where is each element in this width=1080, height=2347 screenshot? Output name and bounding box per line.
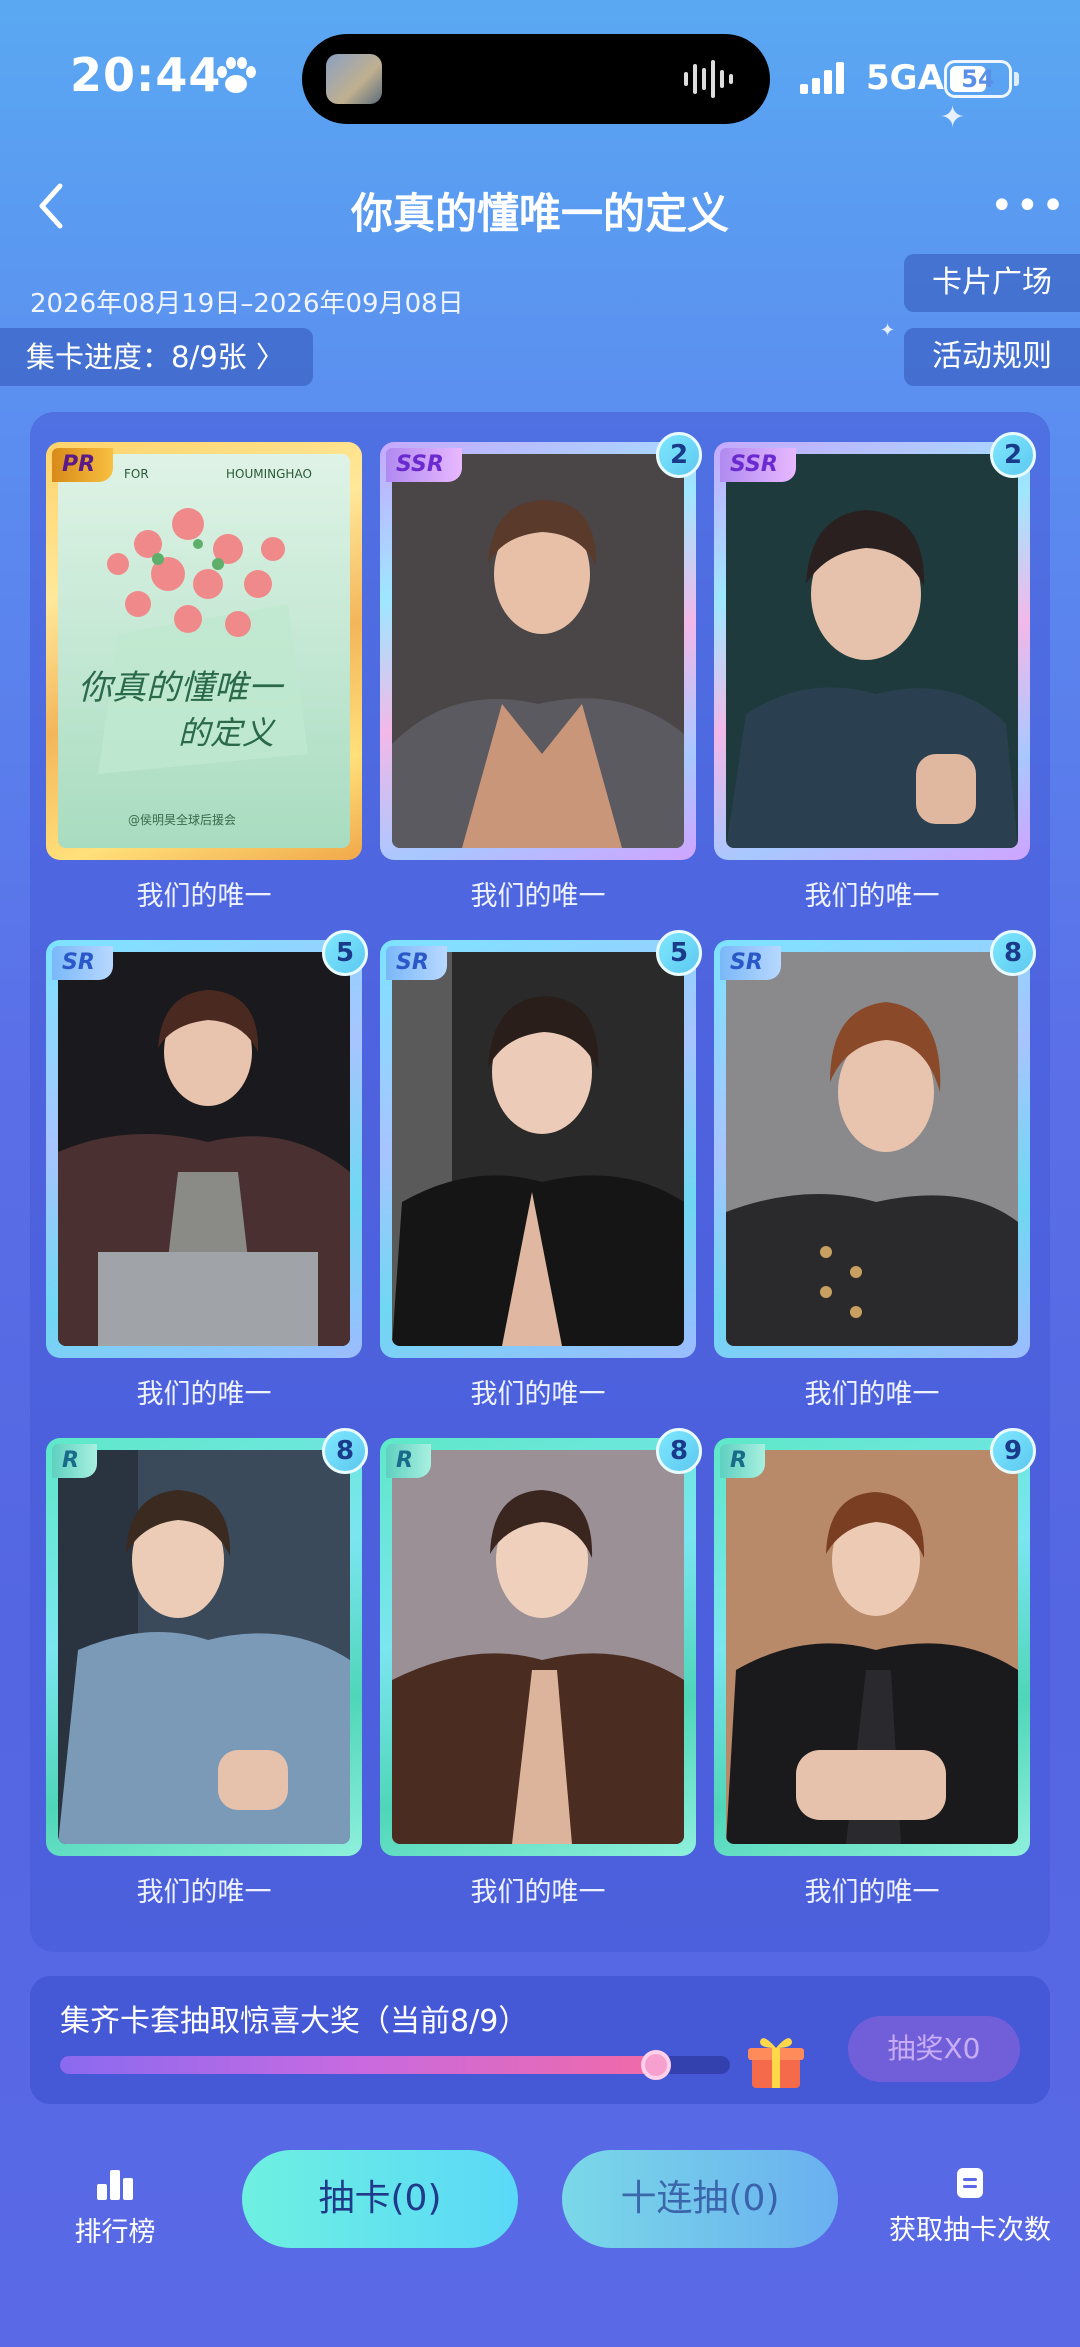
card-frame: 你真的懂唯一 的定义 FOR HOUMINGHAO @侯明昊全球后援会 PR xyxy=(46,442,362,860)
card-grid: 你真的懂唯一 的定义 FOR HOUMINGHAO @侯明昊全球后援会 PR 我… xyxy=(30,412,1050,1952)
audio-wave-icon xyxy=(684,60,733,98)
card-label: 我们的唯一 xyxy=(136,881,272,912)
ranking-nav[interactable]: 排行榜 xyxy=(60,2168,170,2249)
svg-text:你真的懂唯一: 你真的懂唯一 xyxy=(78,668,285,708)
ticket-icon xyxy=(957,2168,983,2198)
card-frame: R 8 xyxy=(46,1428,368,1856)
rarity-badge: R xyxy=(720,1444,765,1478)
more-menu-icon[interactable]: ••• xyxy=(990,186,1065,226)
card-frame: R 8 xyxy=(380,1428,702,1856)
dynamic-island[interactable] xyxy=(302,34,770,124)
rarity-badge: PR xyxy=(52,448,114,482)
rarity-badge: SR xyxy=(720,946,781,980)
card-photo xyxy=(726,952,1018,1346)
ten-draw-button[interactable]: 十连抽(0) xyxy=(562,2150,838,2248)
network-type: 5GA xyxy=(866,58,944,98)
page-title: 你真的懂唯一的定义 xyxy=(350,189,729,238)
reward-panel: 集齐卡套抽取惊喜大奖（当前8/9） 抽奖X0 xyxy=(30,1976,1050,2104)
pr-header-left: FOR xyxy=(124,467,149,481)
card-count-badge: 2 xyxy=(990,432,1036,478)
card-item[interactable]: SR 5 我们的唯一 xyxy=(46,930,368,1411)
battery-tip xyxy=(1014,72,1019,86)
card-label: 我们的唯一 xyxy=(136,1877,272,1908)
card-item[interactable]: R 9 我们的唯一 xyxy=(714,1428,1036,1909)
signal-icon xyxy=(800,62,844,94)
card-item[interactable]: SSR 2 我们的唯一 xyxy=(380,432,702,913)
card-photo xyxy=(726,1450,1018,1844)
card-count-badge: 8 xyxy=(990,930,1036,976)
card-label: 我们的唯一 xyxy=(470,1877,606,1908)
event-date-range: 2026年08月19日–2026年09月08日 xyxy=(30,289,464,319)
pr-header-right: HOUMINGHAO xyxy=(226,467,312,481)
draw-card-button[interactable]: 抽卡(0) xyxy=(242,2150,518,2248)
card-item[interactable]: SR 8 我们的唯一 xyxy=(714,930,1036,1411)
reward-progress-bar xyxy=(60,2050,730,2080)
paw-icon xyxy=(217,57,256,93)
card-count-badge: 8 xyxy=(656,1428,702,1474)
card-label: 我们的唯一 xyxy=(804,1877,940,1908)
card-frame: SSR 2 xyxy=(714,432,1036,860)
get-chances-nav[interactable]: 获取抽卡次数 xyxy=(880,2166,1060,2247)
card-item[interactable]: R 8 我们的唯一 xyxy=(380,1428,702,1909)
card-label: 我们的唯一 xyxy=(804,881,940,912)
card-count-badge: 8 xyxy=(322,1428,368,1474)
lottery-button[interactable]: 抽奖X0 xyxy=(848,2016,1020,2082)
card-frame: SR 5 xyxy=(380,930,702,1358)
card-item[interactable]: 你真的懂唯一 的定义 FOR HOUMINGHAO @侯明昊全球后援会 PR 我… xyxy=(46,442,362,913)
card-photo xyxy=(392,952,684,1346)
card-frame: SR 8 xyxy=(714,930,1036,1358)
card-count-badge: 5 xyxy=(656,930,702,976)
gift-icon xyxy=(748,2038,804,2088)
activity-rules-button[interactable]: 活动规则 xyxy=(904,328,1080,386)
svg-text:的定义: 的定义 xyxy=(178,714,276,752)
card-photo xyxy=(392,454,684,848)
reward-description: 集齐卡套抽取惊喜大奖（当前8/9） xyxy=(60,2004,529,2039)
card-label: 我们的唯一 xyxy=(804,1379,940,1410)
card-photo xyxy=(58,1450,350,1844)
battery-icon: 54 xyxy=(944,60,1012,98)
battery-level: 54 xyxy=(961,65,995,93)
card-item[interactable]: SSR 2 我们的唯一 xyxy=(714,432,1036,913)
ranking-label: 排行榜 xyxy=(74,2217,156,2248)
card-label: 我们的唯一 xyxy=(470,881,606,912)
card-item[interactable]: SR 5 我们的唯一 xyxy=(380,930,702,1411)
reward-progress-fill xyxy=(60,2056,657,2074)
rarity-badge: SR xyxy=(52,946,113,980)
ranking-icon xyxy=(97,2170,133,2200)
card-label: 我们的唯一 xyxy=(136,1379,272,1410)
rarity-badge: R xyxy=(386,1444,431,1478)
card-square-button[interactable]: 卡片广场 xyxy=(904,254,1080,312)
card-count-badge: 2 xyxy=(656,432,702,478)
card-frame: SR 5 xyxy=(46,930,368,1358)
reward-progress-knob xyxy=(641,2050,672,2080)
card-photo xyxy=(392,1450,684,1844)
sparkle-icon: ✦ xyxy=(880,320,896,341)
pr-footer: @侯明昊全球后援会 xyxy=(128,812,236,827)
card-photo xyxy=(58,952,350,1346)
media-thumbnail xyxy=(326,54,382,104)
card-item[interactable]: R 8 我们的唯一 xyxy=(46,1428,368,1909)
status-bar: 20:44 5GA 54 xyxy=(0,0,1080,160)
card-count-badge: 9 xyxy=(990,1428,1036,1474)
rarity-badge: R xyxy=(52,1444,97,1478)
rarity-badge: SSR xyxy=(720,448,796,482)
card-photo xyxy=(726,454,1018,848)
rarity-badge: SR xyxy=(386,946,447,980)
collection-progress-button[interactable]: 集卡进度：8/9张 〉 xyxy=(0,328,313,386)
rarity-badge: SSR xyxy=(386,448,462,482)
card-frame: SSR 2 xyxy=(380,432,702,860)
card-count-badge: 5 xyxy=(322,930,368,976)
status-time: 20:44 xyxy=(70,48,222,102)
card-label: 我们的唯一 xyxy=(470,1379,606,1410)
card-artwork: 你真的懂唯一 的定义 FOR HOUMINGHAO @侯明昊全球后援会 xyxy=(58,454,350,848)
card-frame: R 9 xyxy=(714,1428,1036,1856)
get-chances-label: 获取抽卡次数 xyxy=(889,2215,1051,2246)
